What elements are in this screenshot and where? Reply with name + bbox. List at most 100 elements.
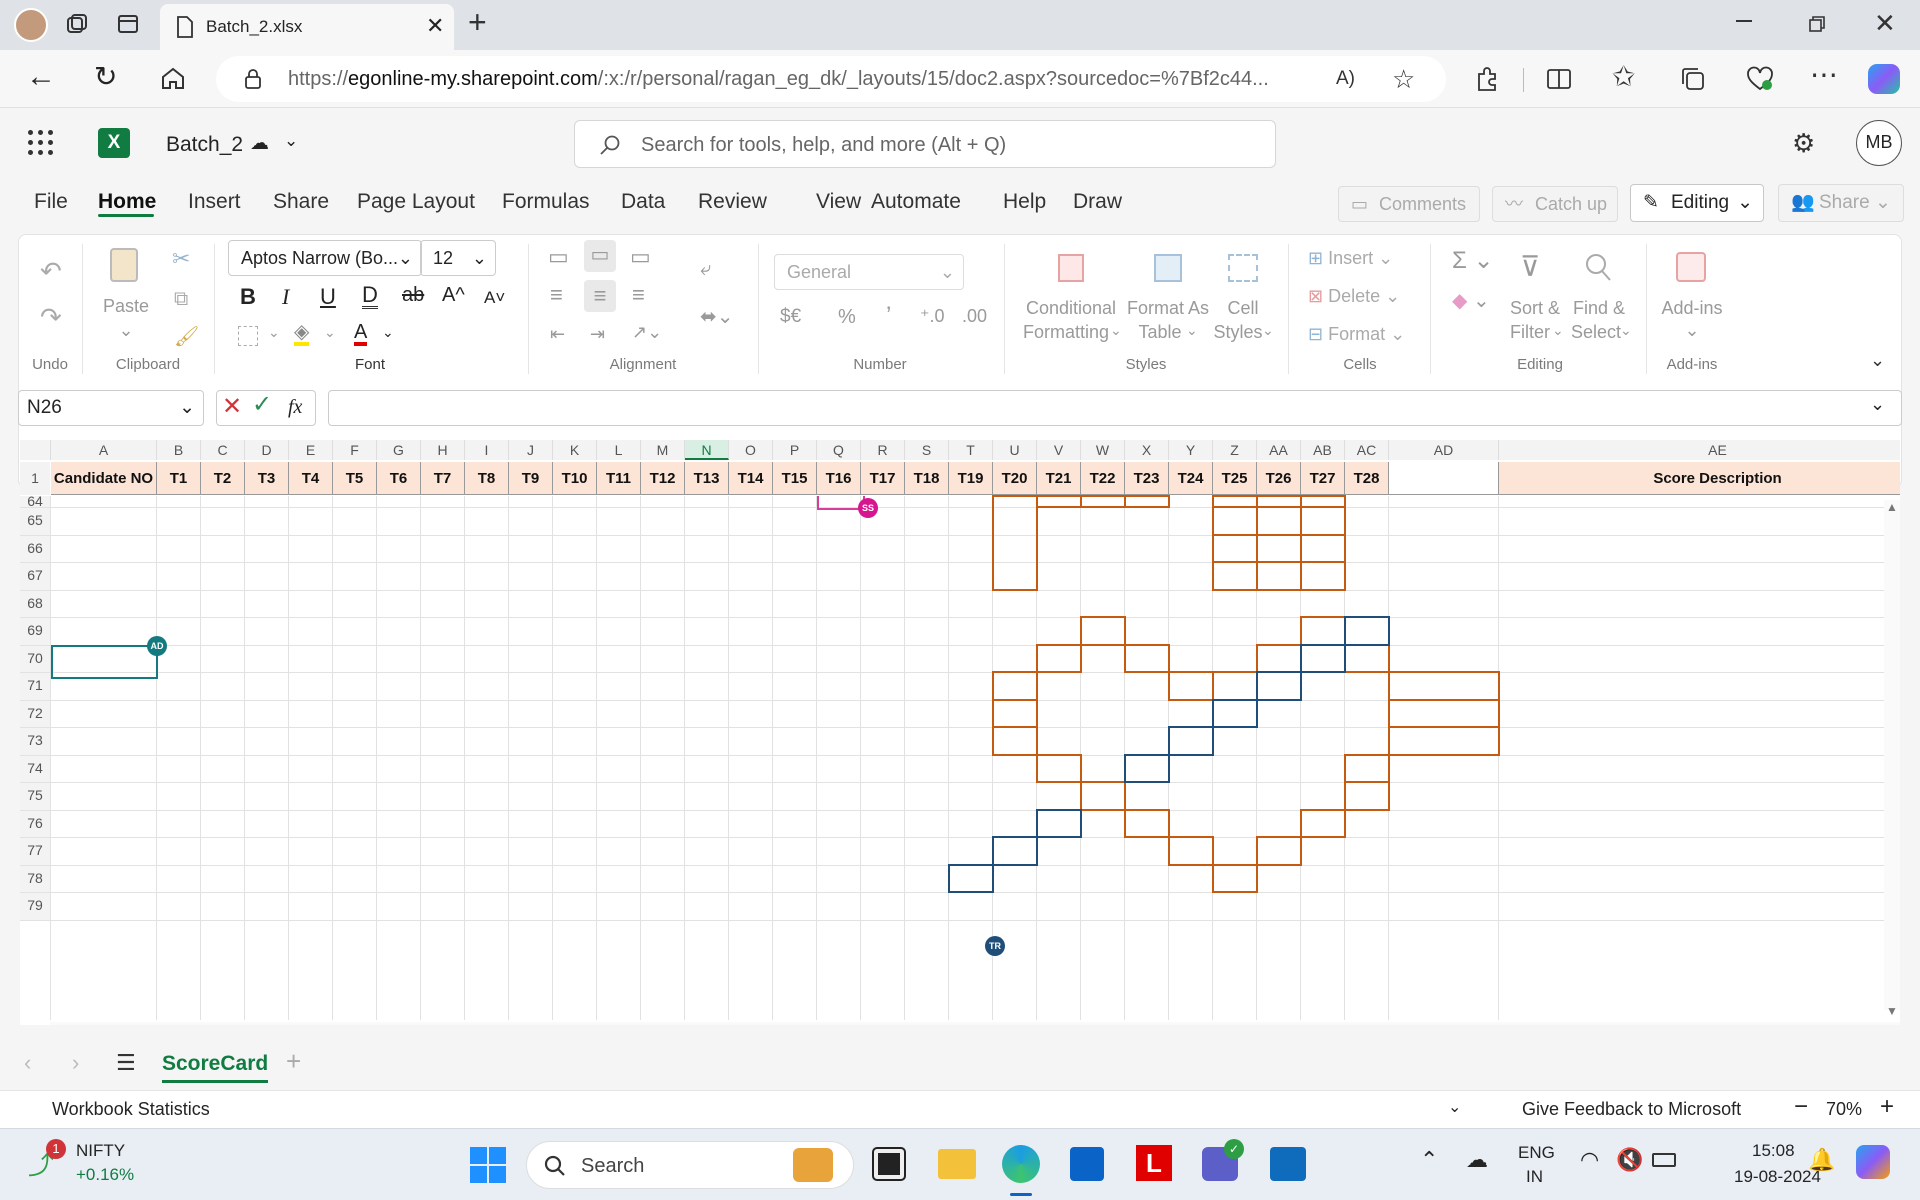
collections-icon[interactable] — [1680, 66, 1706, 92]
row-header-78[interactable]: 78 — [20, 864, 50, 892]
new-tab-button[interactable]: + — [468, 4, 487, 41]
column-header-i[interactable]: I — [465, 440, 509, 460]
font-name-select[interactable]: Aptos Narrow (Bo... ⌄ — [228, 240, 422, 276]
column-header-w[interactable]: W — [1081, 440, 1125, 460]
copilot-icon[interactable] — [1868, 64, 1900, 94]
paste-chevron-icon[interactable]: ⌄ — [116, 318, 136, 342]
sort-filter-icon[interactable]: ⊽ — [1520, 250, 1541, 283]
select-all-corner[interactable] — [20, 440, 51, 460]
borders-chevron-icon[interactable]: ⌄ — [268, 324, 280, 341]
stock-name[interactable]: NIFTY — [76, 1141, 125, 1161]
menu-tab-data[interactable]: Data — [621, 190, 665, 214]
address-field[interactable]: https://egonline-my.sharepoint.com/:x:/r… — [216, 56, 1446, 102]
header-cell-a[interactable]: Candidate NO — [51, 462, 157, 495]
header-cell-g[interactable]: T6 — [377, 462, 421, 495]
clock-time[interactable]: 15:08 — [1752, 1141, 1795, 1161]
merge-center-icon[interactable]: ⬌⌄ — [700, 304, 734, 329]
close-window-button[interactable]: ✕ — [1874, 8, 1896, 39]
row-header-69[interactable]: 69 — [20, 617, 50, 645]
paste-icon[interactable] — [110, 248, 138, 282]
clear-icon[interactable]: ◆ ⌄ — [1452, 288, 1490, 313]
header-cell-ae[interactable]: Score Description — [1499, 462, 1900, 495]
row-header-71[interactable]: 71 — [20, 672, 50, 700]
header-cell-x[interactable]: T23 — [1125, 462, 1169, 495]
next-sheet-icon[interactable]: › — [72, 1050, 79, 1076]
column-header-h[interactable]: H — [421, 440, 465, 460]
header-cell-d[interactable]: T3 — [245, 462, 289, 495]
feedback-link[interactable]: Give Feedback to Microsoft — [1522, 1099, 1741, 1120]
settings-gear-icon[interactable]: ⚙ — [1792, 128, 1815, 159]
column-header-ab[interactable]: AB — [1301, 440, 1345, 460]
header-cell-h[interactable]: T7 — [421, 462, 465, 495]
task-view-icon[interactable] — [872, 1147, 906, 1181]
horizontal-scrollbar[interactable] — [50, 1022, 1900, 1025]
undo-icon[interactable]: ↶ — [40, 256, 62, 287]
comments-button[interactable]: ▭ Comments — [1338, 186, 1480, 222]
column-header-aa[interactable]: AA — [1257, 440, 1301, 460]
l-app-icon[interactable]: L — [1136, 1145, 1172, 1181]
row-header-76[interactable]: 76 — [20, 809, 50, 837]
header-cell-y[interactable]: T24 — [1169, 462, 1213, 495]
column-header-ac[interactable]: AC — [1345, 440, 1389, 460]
header-cell-q[interactable]: T16 — [817, 462, 861, 495]
comma-button[interactable]: ’ — [886, 302, 891, 330]
delete-cells-button[interactable]: ⊠ Delete ⌄ — [1308, 286, 1400, 307]
wifi-icon[interactable]: ◠ — [1580, 1147, 1599, 1173]
zoom-level[interactable]: 70% — [1826, 1099, 1862, 1120]
decrease-decimal-icon[interactable]: .00 — [962, 306, 987, 327]
cond-fmt-label-1[interactable]: Conditional — [1012, 296, 1130, 320]
find-label-1[interactable]: Find & — [1566, 296, 1632, 320]
percent-button[interactable]: % — [838, 306, 856, 329]
onedrive-icon[interactable]: ☁ — [1466, 1147, 1488, 1173]
menu-tab-home[interactable]: Home — [98, 190, 156, 214]
find-select-icon[interactable] — [1584, 252, 1612, 282]
confirm-entry-icon[interactable]: ✓ — [252, 390, 272, 419]
column-header-j[interactable]: J — [509, 440, 553, 460]
insert-function-icon[interactable]: fx — [288, 396, 302, 419]
copy-icon[interactable]: ⧉ — [174, 288, 188, 311]
column-header-l[interactable]: L — [597, 440, 641, 460]
row-header-75[interactable]: 75 — [20, 782, 50, 810]
column-header-u[interactable]: U — [993, 440, 1037, 460]
row-header-79[interactable]: 79 — [20, 892, 50, 920]
header-cell-b[interactable]: T1 — [157, 462, 201, 495]
read-aloud-icon[interactable]: A) — [1336, 68, 1355, 90]
decrease-indent-icon[interactable]: ⇤ — [550, 324, 565, 345]
column-header-d[interactable]: D — [245, 440, 289, 460]
column-header-q[interactable]: Q — [817, 440, 861, 460]
scroll-down-icon[interactable]: ▼ — [1886, 1004, 1898, 1018]
orientation-icon[interactable]: ↗⌄ — [632, 322, 662, 343]
catch-up-button[interactable]: 〰 Catch up — [1492, 186, 1618, 222]
autosum-icon[interactable]: Σ ⌄ — [1452, 246, 1494, 275]
fill-color-icon[interactable]: ◈ — [294, 322, 310, 346]
file-explorer-icon[interactable] — [938, 1149, 976, 1179]
header-cell-m[interactable]: T12 — [641, 462, 685, 495]
user-avatar[interactable]: MB — [1856, 120, 1902, 166]
align-top-icon[interactable]: ▭ — [548, 244, 569, 270]
browser-tab[interactable]: Batch_2.xlsx ✕ — [160, 4, 454, 50]
column-header-m[interactable]: M — [641, 440, 685, 460]
header-cell-o[interactable]: T14 — [729, 462, 773, 495]
align-right-icon[interactable]: ≡ — [632, 282, 645, 308]
collapse-ribbon-icon[interactable]: ⌄ — [1870, 350, 1885, 371]
row-header-77[interactable]: 77 — [20, 837, 50, 865]
zoom-in-icon[interactable]: + — [1880, 1093, 1894, 1121]
menu-tab-view[interactable]: View — [816, 190, 861, 214]
row-header-65[interactable]: 65 — [20, 507, 50, 535]
column-header-y[interactable]: Y — [1169, 440, 1213, 460]
row-header-74[interactable]: 74 — [20, 754, 50, 782]
menu-tab-draw[interactable]: Draw — [1073, 190, 1122, 214]
header-cell-w[interactable]: T22 — [1081, 462, 1125, 495]
row-header-68[interactable]: 68 — [20, 589, 50, 617]
font-color-icon[interactable]: A — [354, 322, 368, 346]
cond-fmt-label-2[interactable]: Formatting — [1012, 320, 1120, 344]
row-header-67[interactable]: 67 — [20, 562, 50, 590]
font-size-select[interactable]: 12 ⌄ — [420, 240, 496, 276]
header-cell-p[interactable]: T15 — [773, 462, 817, 495]
profile-avatar[interactable] — [14, 8, 48, 42]
search-box[interactable]: Search for tools, help, and more (Alt + … — [574, 120, 1276, 168]
notification-bell-icon[interactable]: 🔔 — [1808, 1147, 1835, 1173]
header-cell-s[interactable]: T18 — [905, 462, 949, 495]
status-chevron-icon[interactable]: ⌄ — [1448, 1097, 1461, 1117]
spreadsheet-grid[interactable]: A B C D E F G H I J K L M N O P Q R S T U V W X Y Z AA AB AC AD AE 1 Ca… — [20, 440, 1900, 1025]
